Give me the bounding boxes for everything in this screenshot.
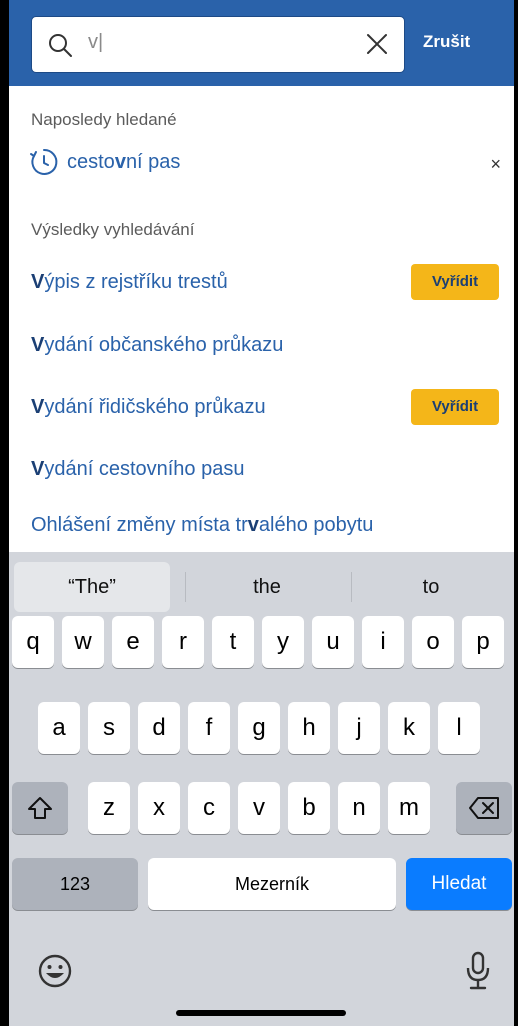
search-go-key[interactable]: Hledat xyxy=(406,858,512,910)
clear-icon[interactable] xyxy=(364,31,390,57)
suggestion-bar: “The” the to xyxy=(9,552,514,614)
key-f[interactable]: f xyxy=(188,702,230,754)
resolve-button[interactable]: Vyřídit xyxy=(411,389,499,425)
key-i[interactable]: i xyxy=(362,616,404,668)
recent-search-item[interactable]: cestovní pas × xyxy=(29,145,501,181)
app-screen: v| Zrušit Naposledy hledané cestovní pas… xyxy=(0,0,518,1026)
key-g[interactable]: g xyxy=(238,702,280,754)
suggestion-3[interactable]: to xyxy=(351,562,511,612)
numbers-key[interactable]: 123 xyxy=(12,858,138,910)
key-d[interactable]: d xyxy=(138,702,180,754)
search-icon xyxy=(49,34,72,57)
recent-section-label: Naposledy hledané xyxy=(31,110,177,129)
key-t[interactable]: t xyxy=(212,616,254,668)
home-indicator[interactable] xyxy=(176,1010,346,1016)
backspace-icon xyxy=(469,797,499,819)
key-q[interactable]: q xyxy=(12,616,54,668)
key-w[interactable]: w xyxy=(62,616,104,668)
key-s[interactable]: s xyxy=(88,702,130,754)
keyboard: “The” the to q w e r t y u i o p a s d f… xyxy=(9,552,514,1026)
key-c[interactable]: c xyxy=(188,782,230,834)
key-n[interactable]: n xyxy=(338,782,380,834)
key-x[interactable]: x xyxy=(138,782,180,834)
search-box[interactable]: v| xyxy=(31,16,405,73)
space-key[interactable]: Mezerník xyxy=(148,858,396,910)
suggestion-2[interactable]: the xyxy=(185,562,349,612)
recent-search-text[interactable]: cestovní pas xyxy=(67,151,180,174)
resolve-button[interactable]: Vyřídit xyxy=(411,264,499,300)
key-r[interactable]: r xyxy=(162,616,204,668)
key-v[interactable]: v xyxy=(238,782,280,834)
key-a[interactable]: a xyxy=(38,702,80,754)
result-link[interactable]: Vydání občanského průkazu xyxy=(31,334,283,357)
result-link[interactable]: Vydání řidičského průkazu xyxy=(31,396,266,419)
clock-icon xyxy=(30,148,58,175)
key-z[interactable]: z xyxy=(88,782,130,834)
key-h[interactable]: h xyxy=(288,702,330,754)
key-p[interactable]: p xyxy=(462,616,504,668)
result-link[interactable]: Výpis z rejstříku trestů xyxy=(31,271,228,294)
search-header: v| Zrušit xyxy=(9,0,514,86)
remove-recent-icon[interactable]: × xyxy=(490,154,501,175)
key-l[interactable]: l xyxy=(438,702,480,754)
key-b[interactable]: b xyxy=(288,782,330,834)
results-section-label: Výsledky vyhledávání xyxy=(31,220,195,239)
key-u[interactable]: u xyxy=(312,616,354,668)
key-j[interactable]: j xyxy=(338,702,380,754)
suggestion-1[interactable]: “The” xyxy=(14,562,170,612)
key-y[interactable]: y xyxy=(262,616,304,668)
key-k[interactable]: k xyxy=(388,702,430,754)
emoji-icon[interactable] xyxy=(37,953,73,989)
cancel-button[interactable]: Zrušit xyxy=(423,32,470,52)
key-o[interactable]: o xyxy=(412,616,454,668)
result-link[interactable]: Vydání cestovního pasu xyxy=(31,458,244,481)
microphone-icon[interactable] xyxy=(465,951,491,991)
backspace-key[interactable] xyxy=(456,782,512,834)
shift-key[interactable] xyxy=(12,782,68,834)
key-e[interactable]: e xyxy=(112,616,154,668)
search-input[interactable]: v| xyxy=(88,31,103,54)
result-link[interactable]: Ohlášení změny místa trvalého pobytu xyxy=(31,514,373,537)
key-m[interactable]: m xyxy=(388,782,430,834)
shift-icon xyxy=(28,797,52,819)
